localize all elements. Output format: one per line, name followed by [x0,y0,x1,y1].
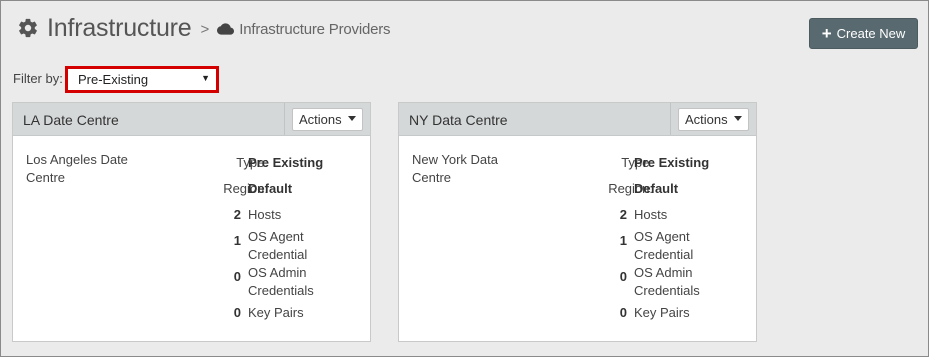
region-value: Default [248,181,293,196]
breadcrumb-separator: > [200,20,210,38]
provider-card: NY Data Centre Actions New York Data Cen… [398,102,757,342]
actions-label: Actions [299,112,342,127]
caret-down-icon [734,116,742,121]
os-admin-credentials-label[interactable]: OS Admin Credentials [248,264,328,300]
hosts-count: 2 [233,207,241,222]
cloud-icon [217,23,235,35]
card-title[interactable]: LA Date Centre [23,112,119,128]
card-description: New York Data Centre [412,152,498,185]
region-value: Default [634,181,679,196]
key-pairs-count: 0 [619,305,627,320]
os-admin-credentials-count: 0 [233,269,241,284]
hosts-label[interactable]: Hosts [248,206,348,224]
gear-icon [19,18,37,38]
actions-dropdown-button[interactable]: Actions [678,108,749,131]
breadcrumb: Infrastructure > Infrastructure Provider… [17,13,391,43]
key-pairs-label[interactable]: Key Pairs [634,304,734,322]
actions-dropdown-button[interactable]: Actions [292,108,363,131]
dropdown-arrow-icon: ▼ [201,73,210,83]
actions-label: Actions [685,112,728,127]
key-pairs-label[interactable]: Key Pairs [248,304,348,322]
create-new-button[interactable]: + Create New [809,18,918,49]
type-value: Pre Existing [248,155,324,170]
key-pairs-count: 0 [233,305,241,320]
filter-selected-value: Pre-Existing [78,72,149,87]
card-header: LA Date Centre Actions [13,103,370,136]
page-title: Infrastructure [47,13,192,42]
os-agent-credential-label[interactable]: OS Agent Credential [634,228,709,264]
card-description: Los Angeles Date Centre [26,152,128,185]
type-value: Pre Existing [634,155,710,170]
os-agent-credential-label[interactable]: OS Agent Credential [248,228,323,264]
os-agent-credential-count: 1 [233,233,241,248]
os-admin-credentials-label[interactable]: OS Admin Credentials [634,264,714,300]
hosts-label[interactable]: Hosts [634,206,734,224]
provider-card: LA Date Centre Actions Los Angeles Date … [12,102,371,342]
plus-icon: + [821,24,832,43]
caret-down-icon [348,116,356,121]
filter-select[interactable]: Pre-Existing ▼ [65,66,219,93]
card-title[interactable]: NY Data Centre [409,112,508,128]
os-admin-credentials-count: 0 [619,269,627,284]
divider [284,103,285,135]
card-header: NY Data Centre Actions [399,103,756,136]
hosts-count: 2 [619,207,627,222]
divider [670,103,671,135]
filter-label: Filter by: [13,71,63,86]
create-new-label: Create New [836,26,906,41]
breadcrumb-item-infrastructure-providers[interactable]: Infrastructure Providers [239,21,390,38]
os-agent-credential-count: 1 [619,233,627,248]
